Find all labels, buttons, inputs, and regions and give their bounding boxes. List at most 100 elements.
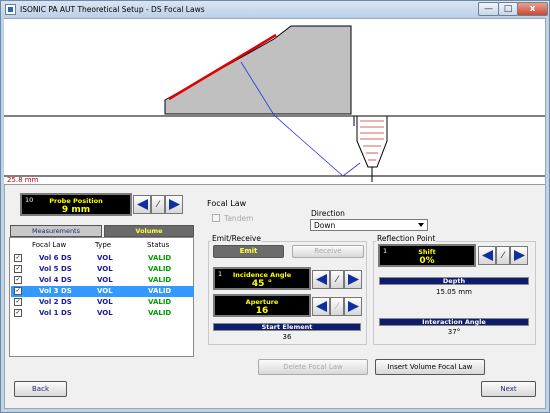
arrow-left-icon — [482, 250, 493, 261]
tandem-checkbox[interactable] — [212, 214, 220, 222]
focal-law-name: Vol 5 DS — [39, 265, 72, 273]
probe-position-label: Probe Position — [49, 197, 103, 205]
reflection-point-heading: Reflection Point — [376, 234, 437, 243]
incidence-angle-value: 45 ° — [251, 279, 273, 289]
window-title: ISONIC PA AUT Theoretical Setup - DS Foc… — [20, 5, 205, 14]
aperture-label: Aperture — [245, 298, 279, 306]
start-element-value: 36 — [282, 333, 292, 341]
shift-value: 0% — [419, 256, 435, 266]
focal-law-status: VALID — [148, 254, 172, 262]
probe-wedge-drawing — [4, 25, 545, 182]
arrow-right-icon — [348, 274, 359, 285]
emit-receive-heading: Emit/Receive — [211, 234, 262, 243]
focal-law-name: Vol 1 DS — [39, 309, 72, 317]
probe-position-increase-button[interactable] — [165, 195, 183, 214]
probe-position-display: 10 Probe Position 9 mm — [20, 193, 132, 216]
shift-display: 1 Shift 0% — [378, 244, 476, 267]
focal-law-name: Vol 2 DS — [39, 298, 72, 306]
receive-button[interactable]: Receive — [292, 245, 364, 258]
aperture-fine-toggle[interactable]: ⁄ — [330, 297, 344, 316]
shift-label: Shift — [418, 248, 436, 256]
focal-law-status: VALID — [148, 287, 172, 295]
focal-law-type: VOL — [97, 309, 113, 317]
table-row[interactable]: ✓ Vol 1 DS VOL VALID — [11, 308, 194, 319]
focal-law-heading: Focal Law — [207, 199, 247, 208]
row-checkbox[interactable]: ✓ — [14, 309, 22, 317]
focal-law-table: Focal Law Type Status ✓ Vol 6 DS VOL VAL… — [9, 237, 194, 357]
shift-increase-button[interactable] — [510, 246, 528, 265]
interaction-angle-label: Interaction Angle — [379, 318, 529, 326]
focal-law-name: Vol 4 DS — [39, 276, 72, 284]
column-header-type[interactable]: Type — [95, 241, 111, 249]
shift-decrease-button[interactable] — [478, 246, 496, 265]
focal-law-type: VOL — [97, 254, 113, 262]
focal-law-name: Vol 3 DS — [39, 287, 72, 295]
row-checkbox[interactable]: ✓ — [14, 287, 22, 295]
focal-law-status: VALID — [148, 298, 172, 306]
delete-focal-law-button[interactable]: Delete Focal Law — [258, 359, 368, 375]
focal-cone — [356, 116, 388, 182]
aperture-value: 16 — [255, 306, 269, 316]
arrow-left-icon — [316, 274, 327, 285]
interaction-angle-value: 37° — [447, 328, 461, 336]
incidence-fine-toggle[interactable]: ⁄ — [330, 270, 344, 289]
shift-fine-toggle[interactable]: ⁄ — [496, 246, 510, 265]
focal-law-name: Vol 6 DS — [39, 254, 72, 262]
direction-value: Down — [314, 221, 336, 230]
column-header-status[interactable]: Status — [147, 241, 169, 249]
aperture-decrease-button[interactable] — [312, 297, 330, 316]
insert-volume-focal-law-button[interactable]: Insert Volume Focal Law — [375, 359, 485, 375]
probe-position-decrease-button[interactable] — [133, 195, 151, 214]
app-icon — [5, 4, 16, 15]
incidence-angle-label: Incidence Angle — [232, 271, 292, 279]
title-bar: ISONIC PA AUT Theoretical Setup - DS Foc… — [1, 1, 549, 19]
distance-readout: 25.8 mm — [7, 176, 39, 184]
focal-law-type: VOL — [97, 287, 113, 295]
direction-label: Direction — [311, 209, 345, 218]
arrow-left-icon — [137, 199, 148, 210]
focal-law-status: VALID — [148, 265, 172, 273]
back-button[interactable]: Back — [14, 381, 67, 397]
arrow-right-icon — [348, 301, 359, 312]
start-element-label: Start Element — [213, 323, 361, 331]
close-button[interactable]: x — [517, 2, 548, 16]
arrow-right-icon — [169, 199, 180, 210]
row-checkbox[interactable]: ✓ — [14, 254, 22, 262]
probe-position-fine-toggle[interactable]: ⁄ — [151, 195, 165, 214]
row-checkbox[interactable]: ✓ — [14, 298, 22, 306]
focal-law-type: VOL — [97, 265, 113, 273]
minimize-button[interactable]: — — [478, 2, 499, 16]
depth-value: 15.05 mm — [436, 288, 472, 296]
chevron-down-icon — [418, 223, 424, 227]
arrow-right-icon — [514, 250, 525, 261]
column-header-focal-law[interactable]: Focal Law — [32, 241, 66, 249]
table-row[interactable]: ✓ Vol 5 DS VOL VALID — [11, 264, 194, 275]
setup-diagram: 25.8 mm — [4, 19, 545, 185]
incidence-increase-button[interactable] — [344, 270, 362, 289]
row-checkbox[interactable]: ✓ — [14, 276, 22, 284]
incidence-angle-display: 1 Incidence Angle 45 ° — [213, 267, 311, 290]
probe-position-value: 9 mm — [61, 205, 91, 215]
focal-law-type: VOL — [97, 276, 113, 284]
table-row-selected[interactable]: ✓ Vol 3 DS VOL VALID — [11, 286, 194, 297]
table-row[interactable]: ✓ Vol 4 DS VOL VALID — [11, 275, 194, 286]
aperture-increase-button[interactable] — [344, 297, 362, 316]
depth-label: Depth — [379, 277, 529, 285]
arrow-left-icon — [316, 301, 327, 312]
wedge-shape — [164, 25, 352, 115]
next-button[interactable]: Next — [481, 381, 536, 397]
row-checkbox[interactable]: ✓ — [14, 265, 22, 273]
focal-law-status: VALID — [148, 276, 172, 284]
maximize-button[interactable]: □ — [498, 2, 518, 16]
focal-law-status: VALID — [148, 309, 172, 317]
tandem-label: Tandem — [224, 214, 254, 223]
emit-button[interactable]: Emit — [213, 245, 284, 258]
table-row[interactable]: ✓ Vol 2 DS VOL VALID — [11, 297, 194, 308]
focal-law-type: VOL — [97, 298, 113, 306]
aperture-display: Aperture 16 — [213, 294, 311, 317]
direction-select[interactable]: Down — [310, 219, 428, 231]
table-row[interactable]: ✓ Vol 6 DS VOL VALID — [11, 253, 194, 264]
tab-volume[interactable]: Volume — [104, 225, 194, 237]
tab-measurements[interactable]: Measurements — [10, 225, 102, 237]
incidence-decrease-button[interactable] — [312, 270, 330, 289]
